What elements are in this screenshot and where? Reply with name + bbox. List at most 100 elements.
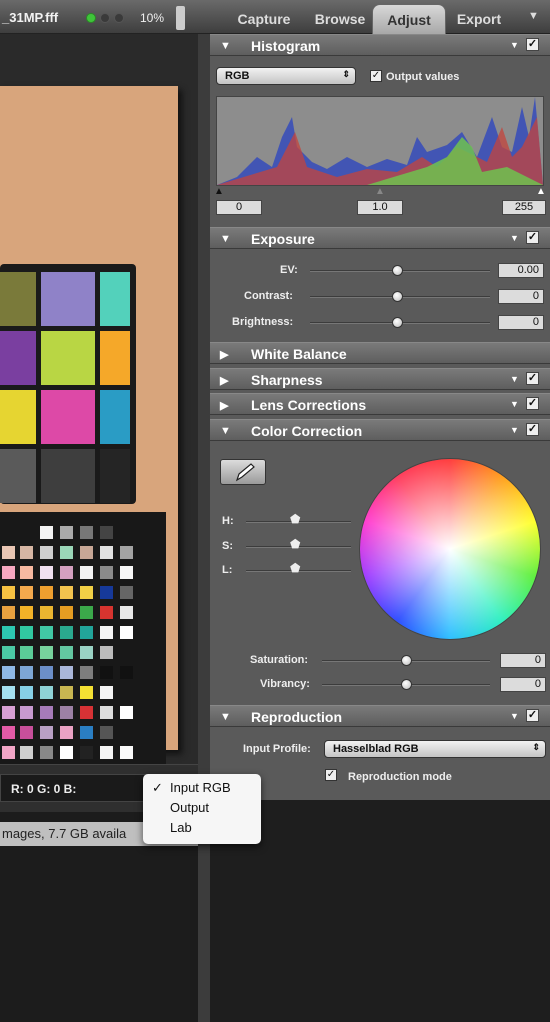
section-reproduction[interactable]: ▼ Reproduction ▼ ✓ (210, 705, 550, 727)
ev-slider-knob[interactable] (392, 265, 403, 276)
section-menu-icon[interactable]: ▼ (510, 374, 519, 384)
status-dot (100, 13, 110, 23)
gamma-marker[interactable]: ▲ (375, 186, 385, 197)
panel-empty-area (210, 800, 550, 1022)
section-enable-checkbox[interactable]: ✓ (526, 231, 539, 244)
color-picker-button[interactable] (220, 459, 266, 485)
black-point-field[interactable]: 0 (216, 200, 262, 215)
section-title: Histogram (251, 38, 321, 54)
vibrancy-slider-knob[interactable] (401, 679, 412, 690)
section-sharpness[interactable]: ▶ Sharpness ▼ ✓ (210, 368, 550, 390)
input-profile-select[interactable]: Hasselblad RGB ⇕ (324, 740, 546, 758)
section-title: Reproduction (251, 709, 342, 725)
rgb-readout: R: 0 G: 0 B: (0, 774, 150, 802)
top-bar: _31MP.fff 10% Capture Browse Adjust Expo… (0, 0, 550, 34)
histogram-graph (216, 96, 544, 186)
brightness-label: Brightness: (232, 316, 294, 328)
tab-capture[interactable]: Capture (226, 4, 302, 34)
saturation-slider-knob[interactable] (401, 655, 412, 666)
panel-divider[interactable] (198, 34, 210, 1022)
section-enable-checkbox[interactable]: ✓ (526, 423, 539, 436)
file-name: _31MP.fff (2, 10, 59, 25)
section-white-balance[interactable]: ▶ White Balance (210, 342, 550, 364)
tab-browse[interactable]: Browse (306, 4, 374, 34)
histogram-plot (217, 97, 543, 185)
ev-label: EV: (280, 264, 298, 276)
section-enable-checkbox[interactable]: ✓ (526, 709, 539, 722)
zoom-stepper[interactable] (176, 6, 185, 30)
section-lens-corrections[interactable]: ▶ Lens Corrections ▼ ✓ (210, 393, 550, 415)
section-menu-icon[interactable]: ▼ (510, 40, 519, 50)
photo-preview (0, 86, 178, 780)
histogram-channel-select[interactable]: RGB ⇕ (216, 67, 356, 85)
status-dots (86, 13, 124, 23)
hue-slider-knob[interactable]: ⬟ (290, 512, 300, 526)
expanded-triangle-icon[interactable]: ▼ (220, 40, 231, 52)
zoom-level: 10% (140, 11, 165, 25)
saturation-field[interactable]: 0 (500, 653, 546, 668)
updown-icon: ⇕ (532, 742, 540, 752)
select-value: Hasselblad RGB (333, 743, 419, 755)
brightness-field[interactable]: 0 (498, 315, 544, 330)
menu-item-lab[interactable]: Lab (143, 818, 261, 838)
light-slider-knob[interactable]: ⬟ (290, 561, 300, 575)
section-menu-icon[interactable]: ▼ (510, 425, 519, 435)
section-menu-icon[interactable]: ▼ (510, 233, 519, 243)
section-enable-checkbox[interactable]: ✓ (526, 397, 539, 410)
contrast-field[interactable]: 0 (498, 289, 544, 304)
menu-item-input-rgb[interactable]: ✓ Input RGB (143, 778, 261, 798)
menu-item-label: Input RGB (170, 780, 231, 795)
sat-label: S: (222, 540, 233, 552)
section-menu-icon[interactable]: ▼ (510, 399, 519, 409)
color-wheel[interactable] (360, 459, 540, 639)
reproduction-mode-label: Reproduction mode (348, 771, 452, 783)
vibrancy-label: Vibrancy: (260, 678, 310, 690)
section-title: Exposure (251, 231, 315, 247)
color-checker-small (0, 512, 166, 780)
contrast-slider-knob[interactable] (392, 291, 403, 302)
section-menu-icon[interactable]: ▼ (510, 711, 519, 721)
brightness-slider-knob[interactable] (392, 317, 403, 328)
tab-adjust[interactable]: Adjust (372, 4, 446, 34)
section-color-correction[interactable]: ▼ Color Correction ▼ ✓ (210, 419, 550, 441)
gamma-field[interactable]: 1.0 (357, 200, 403, 215)
contrast-label: Contrast: (244, 290, 293, 302)
menu-item-output[interactable]: Output (143, 798, 261, 818)
image-viewer (0, 34, 207, 780)
section-title: White Balance (251, 346, 347, 362)
expanded-triangle-icon[interactable]: ▼ (220, 425, 231, 437)
section-title: Color Correction (251, 423, 363, 439)
reproduction-mode-checkbox[interactable]: ✓ (325, 769, 337, 781)
ev-field[interactable]: 0.00 (498, 263, 544, 278)
section-histogram[interactable]: ▼ Histogram ▼ ✓ (210, 34, 550, 56)
section-enable-checkbox[interactable]: ✓ (526, 38, 539, 51)
black-point-marker[interactable]: ▲ (214, 186, 224, 197)
tabs-menu-icon[interactable]: ▼ (528, 10, 539, 22)
collapsed-triangle-icon[interactable]: ▶ (220, 399, 228, 412)
white-point-marker[interactable]: ▲ (536, 186, 546, 197)
sat-slider-knob[interactable]: ⬟ (290, 537, 300, 551)
hue-label: H: (222, 515, 234, 527)
collapsed-triangle-icon[interactable]: ▶ (220, 348, 228, 361)
section-enable-checkbox[interactable]: ✓ (526, 372, 539, 385)
input-profile-label: Input Profile: (243, 743, 311, 755)
output-values-checkbox[interactable]: ✓ (370, 70, 382, 82)
color-space-popup-menu: ✓ Input RGB Output Lab (143, 774, 261, 844)
updown-icon: ⇕ (342, 69, 350, 79)
light-label: L: (222, 564, 233, 576)
output-values-label: Output values (386, 71, 460, 83)
expanded-triangle-icon[interactable]: ▼ (220, 233, 231, 245)
section-exposure[interactable]: ▼ Exposure ▼ ✓ (210, 227, 550, 249)
select-value: RGB (225, 70, 250, 82)
checkmark-icon: ✓ (152, 780, 163, 795)
menu-item-label: Lab (170, 820, 192, 835)
white-point-field[interactable]: 255 (502, 200, 546, 215)
section-title: Sharpness (251, 372, 323, 388)
status-dot (114, 13, 124, 23)
expanded-triangle-icon[interactable]: ▼ (220, 711, 231, 723)
collapsed-triangle-icon[interactable]: ▶ (220, 374, 228, 387)
color-checker-large (0, 264, 136, 504)
vibrancy-field[interactable]: 0 (500, 677, 546, 692)
pencil-icon (235, 463, 255, 482)
tab-export[interactable]: Export (448, 4, 510, 34)
